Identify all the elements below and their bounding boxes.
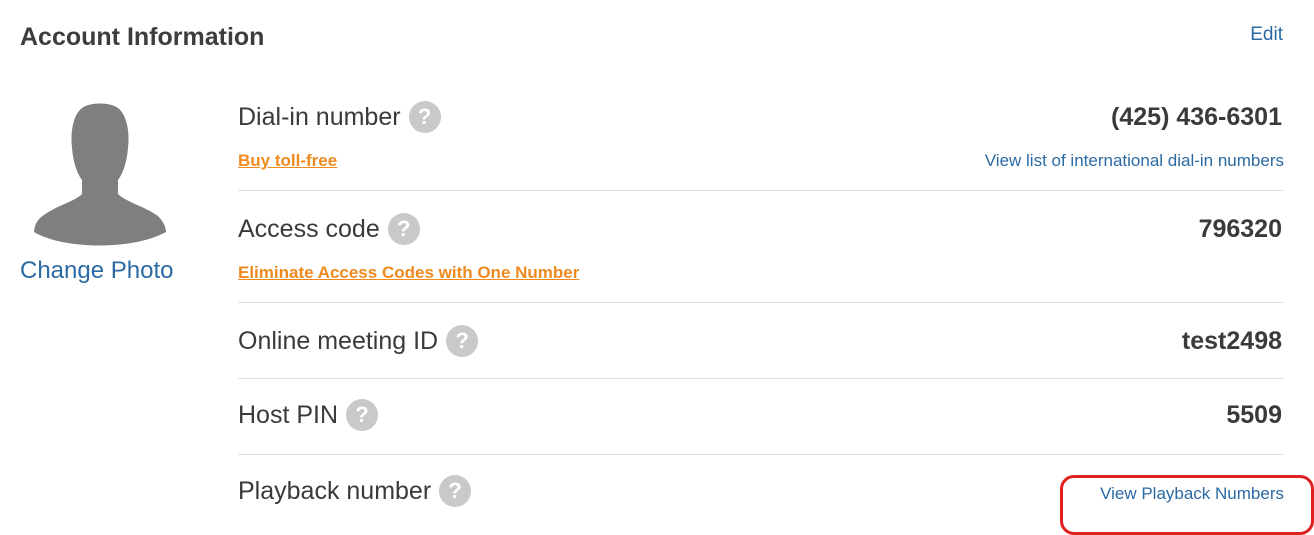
host-pin-value: 5509 — [1226, 401, 1282, 429]
change-photo-link[interactable]: Change Photo — [20, 254, 173, 288]
help-icon[interactable]: ? — [439, 475, 472, 507]
dial-in-row: Dial-in number ? (425) 436-6301 Buy toll… — [238, 95, 1284, 191]
access-code-value: 796320 — [1198, 215, 1282, 243]
meeting-id-row: Online meeting ID ? test2498 — [238, 303, 1284, 379]
international-numbers-link[interactable]: View list of international dial-in numbe… — [985, 149, 1284, 173]
meeting-id-value: test2498 — [1181, 327, 1282, 355]
help-icon[interactable]: ? — [387, 213, 420, 245]
help-icon[interactable]: ? — [408, 101, 441, 133]
help-icon[interactable]: ? — [446, 325, 479, 357]
host-pin-row: Host PIN ? 5509 — [238, 379, 1284, 455]
access-code-label: Access code — [238, 215, 380, 243]
playback-link-wrapper: View Playback Numbers — [1060, 475, 1314, 535]
edit-button[interactable]: Edit — [1250, 22, 1283, 48]
access-code-row: Access code ? 796320 Eliminate Access Co… — [238, 191, 1284, 303]
meeting-id-label: Online meeting ID — [238, 327, 439, 355]
page-title: Account Information — [20, 23, 265, 51]
playback-label: Playback number — [238, 477, 432, 505]
buy-toll-free-link[interactable]: Buy toll-free — [238, 149, 337, 173]
eliminate-access-codes-link[interactable]: Eliminate Access Codes with One Number — [238, 261, 579, 285]
playback-row: Playback number ? View Playback Numbers — [238, 455, 1314, 535]
view-playback-numbers-link[interactable]: View Playback Numbers — [1100, 482, 1284, 506]
dial-in-value: (425) 436-6301 — [1111, 103, 1282, 131]
help-icon[interactable]: ? — [346, 399, 379, 431]
host-pin-label: Host PIN — [238, 401, 339, 429]
avatar-icon — [34, 103, 166, 246]
dial-in-label: Dial-in number — [238, 103, 401, 131]
